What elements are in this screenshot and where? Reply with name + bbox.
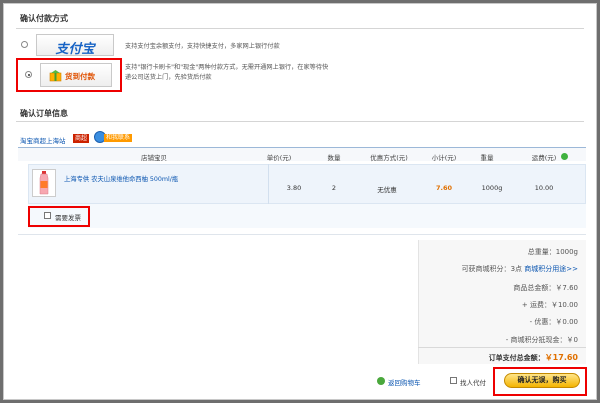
header-quantity: 数量 [327, 154, 341, 162]
item-unit-price: 3.80 [286, 184, 302, 192]
invoice-row [28, 204, 586, 228]
cod-logo-text: 货到付款 [65, 72, 95, 81]
total-weight-label: 总重量： [527, 248, 556, 256]
row-divider [268, 164, 269, 204]
summary-total-weight: 总重量：1000g [528, 247, 578, 257]
cod-description-line2: 递公司送货上门，先验货后付款 [125, 74, 212, 81]
proxy-pay-label: 找人代付 [460, 379, 486, 387]
summary-points-cash: - 商城积分抵现金：￥0 [506, 335, 578, 345]
goods-total-label: 商品总金额： [513, 284, 556, 292]
product-name-link[interactable]: 上海专供 农夫山泉维他命西柚 500ml/瓶 [64, 174, 178, 183]
checkout-page: 确认付款方式 支付宝 支持支付宝余额支付，支持快捷支付，多家网上银行付款 货到付… [3, 3, 597, 400]
order-section-title: 确认订单信息 [20, 109, 68, 118]
goods-total-value: ￥7.60 [555, 284, 578, 292]
points-cash-value: ￥0 [566, 336, 578, 344]
header-weight: 重量 [480, 154, 494, 162]
back-arrow-icon [377, 377, 385, 385]
header-subtotal: 小计(元) [431, 154, 457, 162]
shipping-value: ￥10.00 [550, 301, 578, 309]
item-discount: 无优惠 [377, 186, 397, 194]
alipay-radio[interactable] [21, 41, 28, 48]
payment-section-title: 确认付款方式 [20, 14, 68, 23]
invoice-label: 需要发票 [55, 214, 81, 222]
back-to-cart-link[interactable]: 返回购物车 [388, 377, 421, 387]
contact-label: 和我联系 [104, 134, 133, 142]
contact-seller-button[interactable]: 和我联系 [94, 131, 134, 144]
points-value: 3点 [510, 265, 523, 273]
summary-pay-total: 订单支付总金额：￥17.60 [489, 352, 578, 363]
cod-option[interactable]: 货到付款 [40, 63, 112, 87]
confirm-purchase-button[interactable]: 确认无误，购买 [504, 373, 580, 388]
pay-total-label: 订单支付总金额： [488, 354, 545, 362]
shop-badge: 商超 [73, 134, 90, 143]
divider [16, 28, 584, 29]
points-cash-label: - 商城积分抵现金： [505, 336, 567, 344]
proxy-pay-checkbox[interactable] [450, 377, 457, 384]
pay-total-value: ￥17.60 [544, 353, 578, 362]
points-label: 可获商城积分： [461, 265, 511, 273]
total-weight-value: 1000g [555, 248, 578, 256]
cod-description-line1: 支持"银行卡刷卡"和"现金"两种付款方式，无需开通网上银行，在家等待快 [125, 64, 329, 71]
divider [418, 347, 586, 348]
divider [18, 234, 586, 235]
item-subtotal: 7.60 [435, 184, 453, 192]
header-item: 店铺宝贝 [141, 154, 167, 162]
header-unit-price: 单价(元) [266, 154, 292, 162]
points-usage-link[interactable]: 商城积分用途>> [524, 265, 578, 273]
alipay-option[interactable]: 支付宝 [36, 34, 114, 57]
alipay-description: 支持支付宝余额支付，支持快捷支付，多家网上银行付款 [125, 43, 280, 50]
discount-label: - 优惠： [529, 318, 556, 326]
item-weight: 1000g [481, 184, 503, 192]
shipping-label: + 运费： [521, 301, 551, 309]
invoice-checkbox[interactable] [44, 212, 51, 219]
summary-discount: - 优惠：￥0.00 [530, 317, 578, 327]
discount-value: ￥0.00 [555, 318, 578, 326]
cod-gift-icon [49, 68, 62, 82]
header-shipping: 运费(元) [531, 154, 557, 162]
summary-goods-total: 商品总金额：￥7.60 [513, 283, 578, 293]
item-quantity: 2 [331, 184, 337, 192]
shipping-help-icon[interactable] [561, 153, 568, 160]
summary-shipping: + 运费：￥10.00 [522, 300, 578, 310]
summary-points: 可获商城积分：3点 商城积分用途>> [462, 264, 578, 274]
cod-radio[interactable] [25, 71, 32, 78]
item-shipping: 10.00 [534, 184, 554, 192]
divider [16, 121, 584, 122]
shop-name-link[interactable]: 淘宝商超上海站 [20, 135, 66, 145]
product-thumbnail[interactable] [32, 169, 56, 197]
header-discount: 优惠方式(元) [370, 154, 408, 162]
product-bottle-image [39, 171, 49, 195]
alipay-logo: 支付宝 [55, 42, 95, 57]
